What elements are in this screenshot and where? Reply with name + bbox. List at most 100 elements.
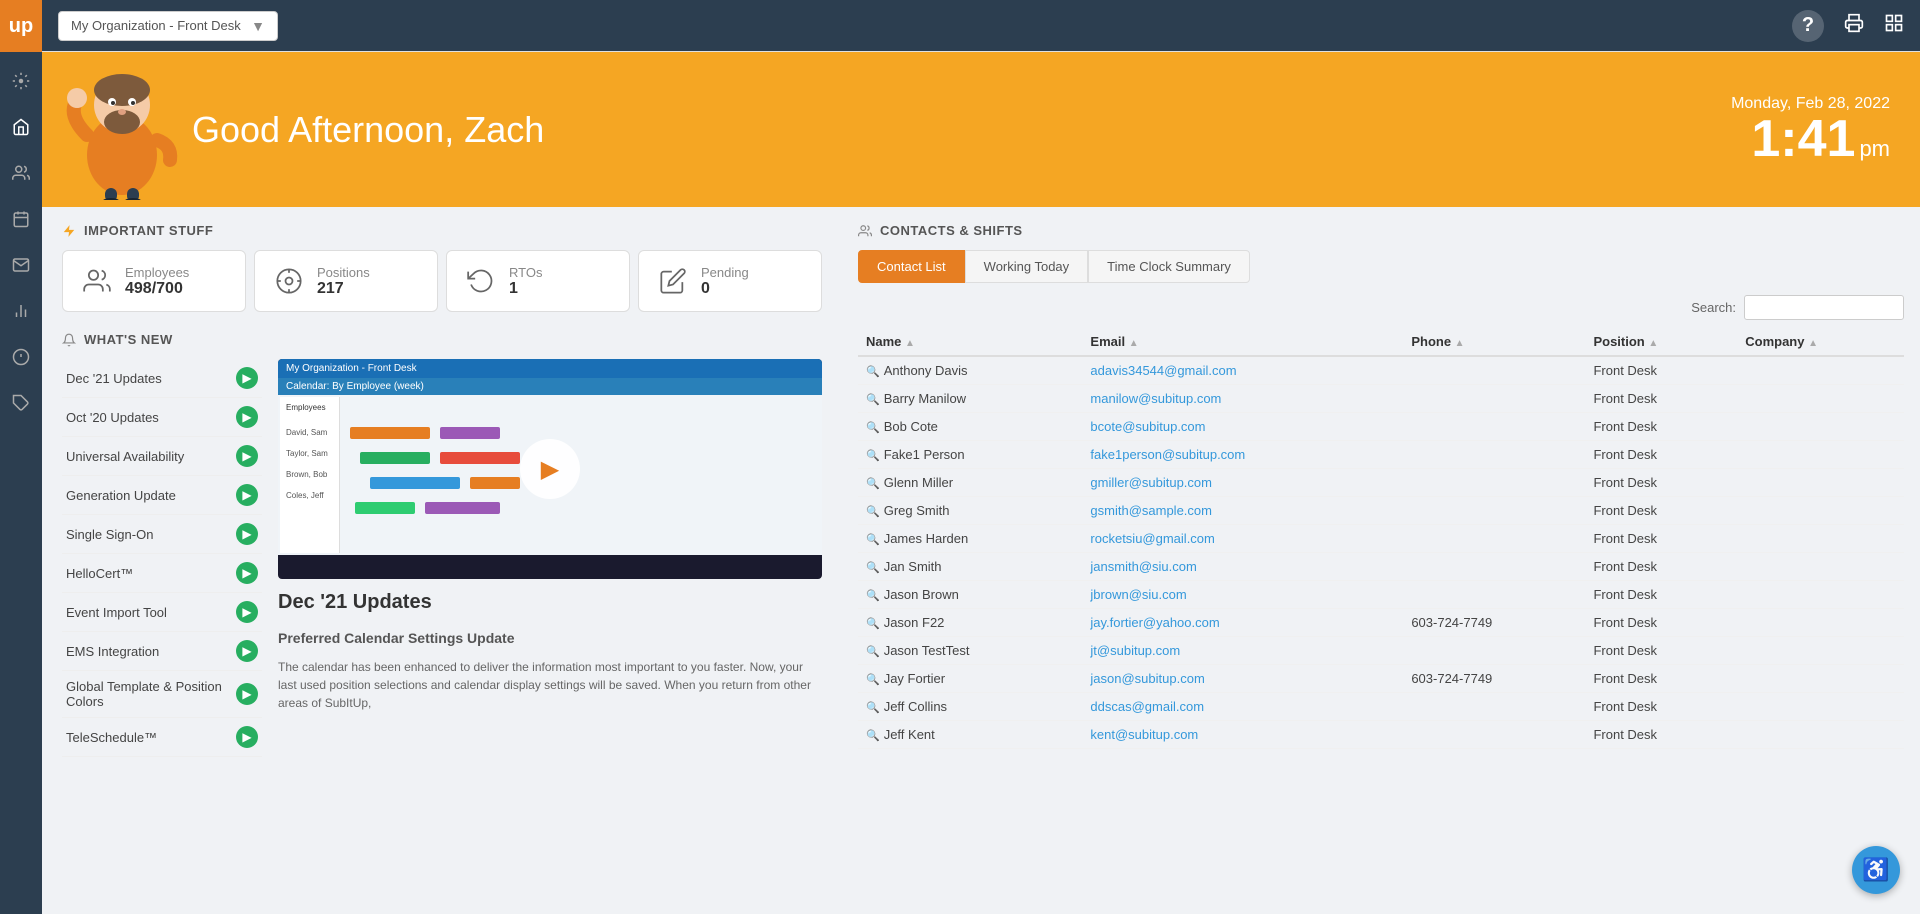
contact-email[interactable]: manilow@subitup.com [1090, 391, 1221, 406]
news-item-0[interactable]: Dec '21 Updates▶ [62, 359, 262, 398]
accessibility-button[interactable]: ♿ [1852, 846, 1900, 894]
stat-positions[interactable]: Positions 217 [254, 250, 438, 312]
contact-email[interactable]: jbrown@siu.com [1090, 587, 1186, 602]
video-thumbnail[interactable]: My Organization - Front Desk Calendar: B… [278, 359, 822, 579]
contact-position: Front Desk [1585, 637, 1737, 665]
contact-name: Bob Cote [884, 419, 938, 434]
contact-name: Greg Smith [884, 503, 950, 518]
table-row[interactable]: 🔍Bob Cotebcote@subitup.comFront Desk [858, 413, 1904, 441]
table-row[interactable]: 🔍Jason Brownjbrown@siu.comFront Desk [858, 581, 1904, 609]
mascot [62, 60, 182, 200]
table-row[interactable]: 🔍Greg Smithgsmith@sample.comFront Desk [858, 497, 1904, 525]
news-arrow-icon: ▶ [236, 406, 258, 428]
contact-position: Front Desk [1585, 356, 1737, 385]
news-item-9[interactable]: TeleSchedule™▶ [62, 718, 262, 757]
search-input[interactable] [1744, 295, 1904, 320]
col-header-name[interactable]: Name ▲ [858, 328, 1082, 356]
contact-position: Front Desk [1585, 581, 1737, 609]
news-item-4[interactable]: Single Sign-On▶ [62, 515, 262, 554]
contact-email[interactable]: rocketsiu@gmail.com [1090, 531, 1214, 546]
rtos-value: 1 [509, 280, 542, 298]
table-row[interactable]: 🔍Jay Fortierjason@subitup.com603-724-774… [858, 665, 1904, 693]
print-icon[interactable] [1844, 13, 1864, 38]
col-header-email[interactable]: Email ▲ [1082, 328, 1403, 356]
contact-phone: 603-724-7749 [1403, 609, 1585, 637]
stat-rtos[interactable]: RTOs 1 [446, 250, 630, 312]
contact-email[interactable]: gsmith@sample.com [1090, 503, 1212, 518]
contact-search-icon: 🔍 [866, 674, 880, 686]
table-row[interactable]: 🔍Jason F22jay.fortier@yahoo.com603-724-7… [858, 609, 1904, 637]
sidebar-item-home[interactable] [0, 106, 42, 148]
col-header-phone[interactable]: Phone ▲ [1403, 328, 1585, 356]
video-play-button[interactable]: ▶ [520, 439, 580, 499]
contact-company [1737, 469, 1904, 497]
contact-search-icon: 🔍 [866, 646, 880, 658]
right-panel: CONTACTS & SHIFTS Contact ListWorking To… [842, 207, 1920, 914]
sidebar-logo[interactable]: up [0, 0, 42, 52]
stat-pending[interactable]: Pending 0 [638, 250, 822, 312]
contact-email[interactable]: adavis34544@gmail.com [1090, 363, 1236, 378]
sidebar-item-mail[interactable] [0, 244, 42, 286]
contact-email[interactable]: jt@subitup.com [1090, 643, 1180, 658]
contact-search-icon: 🔍 [866, 450, 880, 462]
table-row[interactable]: 🔍Jeff Collinsddscas@gmail.comFront Desk [858, 693, 1904, 721]
contacts-tab-0[interactable]: Contact List [858, 250, 965, 283]
news-item-label: Global Template & Position Colors [66, 679, 236, 709]
news-item-7[interactable]: EMS Integration▶ [62, 632, 262, 671]
sidebar-item-calendar[interactable] [0, 198, 42, 240]
table-row[interactable]: 🔍Jason TestTestjt@subitup.comFront Desk [858, 637, 1904, 665]
news-item-3[interactable]: Generation Update▶ [62, 476, 262, 515]
sidebar-item-info[interactable] [0, 336, 42, 378]
contact-name: Jason Brown [884, 587, 959, 602]
sidebar-item-users[interactable] [0, 152, 42, 194]
col-header-position[interactable]: Position ▲ [1585, 328, 1737, 356]
table-row[interactable]: 🔍Anthony Davisadavis34544@gmail.comFront… [858, 356, 1904, 385]
contact-email[interactable]: fake1person@subitup.com [1090, 447, 1245, 462]
contact-email[interactable]: ddscas@gmail.com [1090, 699, 1204, 714]
table-row[interactable]: 🔍Barry Manilowmanilow@subitup.comFront D… [858, 385, 1904, 413]
important-stuff-header: IMPORTANT STUFF [62, 223, 822, 238]
contact-company [1737, 553, 1904, 581]
table-row[interactable]: 🔍Jeff Kentkent@subitup.comFront Desk [858, 721, 1904, 749]
contacts-tab-2[interactable]: Time Clock Summary [1088, 250, 1250, 283]
table-row[interactable]: 🔍Glenn Millergmiller@subitup.comFront De… [858, 469, 1904, 497]
contact-email[interactable]: gmiller@subitup.com [1090, 475, 1212, 490]
contact-email[interactable]: jansmith@siu.com [1090, 559, 1196, 574]
contact-email[interactable]: kent@subitup.com [1090, 727, 1198, 742]
employees-icon [79, 263, 115, 299]
org-selector[interactable]: My Organization - Front Desk ▼ [58, 11, 278, 41]
stat-employees[interactable]: Employees 498/700 [62, 250, 246, 312]
stats-row: Employees 498/700 Positions 217 [62, 250, 822, 312]
news-item-8[interactable]: Global Template & Position Colors▶ [62, 671, 262, 718]
grid-icon[interactable] [1884, 13, 1904, 38]
contact-email[interactable]: jason@subitup.com [1090, 671, 1204, 686]
sidebar-item-settings[interactable] [0, 60, 42, 102]
news-item-6[interactable]: Event Import Tool▶ [62, 593, 262, 632]
topbar-right: ? [1792, 10, 1904, 42]
contact-email[interactable]: jay.fortier@yahoo.com [1090, 615, 1219, 630]
table-row[interactable]: 🔍Jan Smithjansmith@siu.comFront Desk [858, 553, 1904, 581]
news-item-2[interactable]: Universal Availability▶ [62, 437, 262, 476]
table-row[interactable]: 🔍James Hardenrocketsiu@gmail.comFront De… [858, 525, 1904, 553]
contact-company [1737, 609, 1904, 637]
rtos-icon [463, 263, 499, 299]
news-item-5[interactable]: HelloCert™▶ [62, 554, 262, 593]
contact-search-icon: 🔍 [866, 394, 880, 406]
contacts-tabs: Contact ListWorking TodayTime Clock Summ… [858, 250, 1904, 283]
org-dropdown-icon: ▼ [251, 18, 265, 34]
contact-name: Glenn Miller [884, 475, 953, 490]
help-icon[interactable]: ? [1792, 10, 1824, 42]
col-header-company[interactable]: Company ▲ [1737, 328, 1904, 356]
sort-icon: ▲ [1455, 338, 1465, 349]
employees-info: Employees 498/700 [125, 265, 189, 298]
table-row[interactable]: 🔍Fake1 Personfake1person@subitup.comFron… [858, 441, 1904, 469]
contacts-wrapper: Contact ListWorking TodayTime Clock Summ… [858, 250, 1904, 898]
contact-name: Anthony Davis [884, 363, 968, 378]
sidebar-item-charts[interactable] [0, 290, 42, 332]
news-item-1[interactable]: Oct '20 Updates▶ [62, 398, 262, 437]
contact-search-icon: 🔍 [866, 422, 880, 434]
contact-email[interactable]: bcote@subitup.com [1090, 419, 1205, 434]
contacts-tab-1[interactable]: Working Today [965, 250, 1089, 283]
news-item-label: Generation Update [66, 488, 176, 503]
sidebar-item-tag[interactable] [0, 382, 42, 424]
